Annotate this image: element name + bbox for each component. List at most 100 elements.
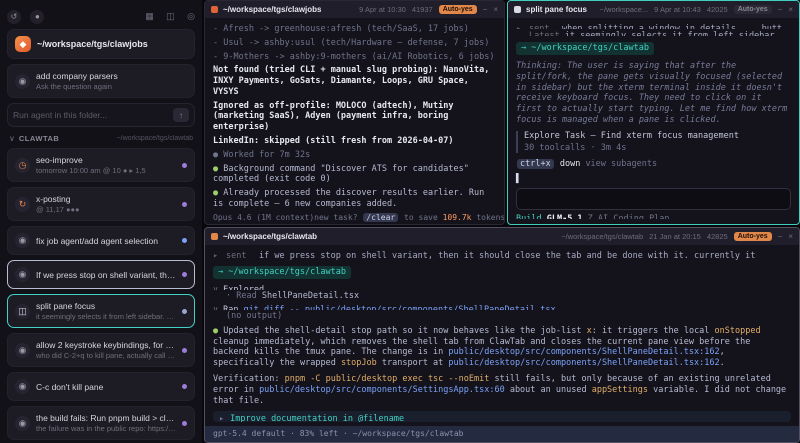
model-status-row: Build GLM-5.1 Z.AI Coding Plan <box>516 214 791 219</box>
text-segment: public/desktop/src/components/SettingsAp… <box>259 384 505 395</box>
chevron-down-icon: ∨ <box>213 305 218 310</box>
section-path: ~/workspace/tgs/clawtab <box>116 135 193 142</box>
sidebar-item-fix-job-agent[interactable]: ◉ fix job agent/add agent selection <box>7 226 195 255</box>
clear-hint[interactable]: new task? /clear to save 109.7k tokens <box>314 212 504 223</box>
task-subtitle: the failure was in the public repo: http… <box>36 424 176 433</box>
ran-output: (no output) <box>226 311 283 322</box>
close-icon[interactable]: × <box>493 5 498 14</box>
status-dot <box>182 162 187 168</box>
text-segment: new task? <box>314 212 363 222</box>
terminal-clawjobs[interactable]: - Afresh -> greenhouse:afresh (tech/SaaS… <box>205 18 504 224</box>
pane-date: 21 Jan at 20:15 <box>649 232 701 241</box>
working-dir-pill[interactable]: → ~/workspace/tgs/clawtab <box>516 42 654 56</box>
task-text: If we press stop on shell variant, then.… <box>36 270 176 280</box>
project-icon: ◆ <box>15 36 31 52</box>
autoyes-toggle[interactable]: Auto-yes <box>733 232 772 241</box>
task-title: If we press stop on shell variant, then.… <box>36 269 176 280</box>
pane-clawtab-statusbar: gpt-5.4 default · 83% left · ~/workspace… <box>205 426 799 442</box>
status-dot <box>182 201 187 207</box>
pane-session-id: 41937 <box>411 5 433 14</box>
pane-split-pane-focus[interactable]: split pane focus ~/workspace... 9 Apr at… <box>507 0 800 225</box>
pane-area: ~/workspace/tgs/clawjobs 9 Apr at 10:30 … <box>202 0 800 443</box>
subagent-task-card[interactable]: Explore Task – Find xterm focus manageme… <box>516 130 791 154</box>
terminal-clawtab[interactable]: ▸ sent if we press stop on shell variant… <box>205 245 799 442</box>
autoyes-toggle[interactable]: Auto-yes <box>733 5 772 14</box>
sidebar-item-seo-improve[interactable]: ◷ seo-improve tomorrow 10:00 am @ 10 ● ▸… <box>7 148 195 182</box>
minimize-icon[interactable]: − <box>483 5 488 14</box>
task-card-title: Explore Task – Find xterm focus manageme… <box>524 130 739 141</box>
terminal-line: - Afresh -> greenhouse:afresh (tech/SaaS… <box>213 24 496 35</box>
question-card[interactable]: ◉ add company parsers Ask the question a… <box>7 64 195 98</box>
pane-title: split pane focus <box>526 5 587 14</box>
terminal-line: ● Worked for 7m 32s <box>213 150 496 161</box>
profile-icon[interactable]: ● <box>30 9 45 24</box>
text-segment: git diff -- public/desktop/src/component… <box>243 305 555 310</box>
terminal-line: ● Background command "Discover ATS for c… <box>213 164 496 186</box>
sent-label: sent <box>226 251 247 261</box>
minimize-icon[interactable]: − <box>778 232 783 241</box>
section-label: CLAWTAB <box>18 134 60 143</box>
prompt-input-box[interactable] <box>516 187 791 210</box>
text-segment: : it triggers the local <box>591 325 715 336</box>
sidebar-item-press-stop-shell[interactable]: ◉ If we press stop on shell variant, the… <box>7 260 195 289</box>
minimize-icon[interactable]: − <box>778 5 783 14</box>
text-segment: Z.AI Coding Plan <box>582 213 670 220</box>
bot-icon: ◉ <box>15 415 30 431</box>
latest-text: it seemingly selects it from left sideba… <box>564 31 791 37</box>
sidebar-item-cc-dont-kill[interactable]: ◉ C-c don't kill pane <box>7 372 195 401</box>
task-title: allow 2 keystroke keybindings, for ex... <box>36 340 176 350</box>
pane-title: ~/workspace/tgs/clawjobs <box>223 5 322 14</box>
pane-status-icon <box>211 233 218 240</box>
send-icon[interactable]: ↑ <box>173 108 189 122</box>
task-subtitle: it seemingly selects it from left sideba… <box>36 312 176 321</box>
terminal-line: Ignored as off-profile: MOLOCO (adtech),… <box>213 101 496 133</box>
text-segment: Ignored as off-profile: MOLOCO (adtech),… <box>213 100 454 133</box>
text-segment: LinkedIn: skipped (still fresh from 2026… <box>213 136 454 147</box>
working-dir-pill[interactable]: → ~/workspace/tgs/clawtab <box>213 266 351 280</box>
text-segment: . <box>719 358 725 369</box>
text-segment: /clear <box>363 212 399 222</box>
pane-clawtab-titlebar: ~/workspace/tgs/clawtab ~/workspace/tgs/… <box>205 228 799 245</box>
grid-icon[interactable]: ▦ <box>145 11 154 21</box>
project-card[interactable]: ◆ ~/workspace/tgs/clawjobs <box>7 29 195 59</box>
chevron-down-icon: ∨ <box>213 285 218 290</box>
sidebar-item-build-fails[interactable]: ◉ the build fails: Run pnpm build > claw… <box>7 406 195 440</box>
panel-icon[interactable]: ◫ <box>166 11 175 21</box>
ran-label: Ran <box>223 305 238 310</box>
terminal-splitpane[interactable]: ▸ sent when splitting a window in detail… <box>508 18 799 224</box>
pane-date: 9 Apr at 10:30 <box>359 5 406 14</box>
clawtab-section-header[interactable]: ∨ CLAWTAB ~/workspace/tgs/clawtab <box>7 132 195 143</box>
pane-clawjobs[interactable]: ~/workspace/tgs/clawjobs 9 Apr at 10:30 … <box>204 0 505 225</box>
explored-group[interactable]: ∨ Explored <box>213 285 791 290</box>
sidebar-item-x-posting[interactable]: ↻ x-posting @ 11,17 ●●● <box>7 187 195 221</box>
notification-icon[interactable]: ◎ <box>187 11 195 21</box>
text-segment: down <box>554 159 586 170</box>
close-icon[interactable]: × <box>788 232 793 241</box>
task-text: the build fails: Run pnpm build > claw..… <box>36 413 176 433</box>
bot-icon: ◉ <box>15 233 30 248</box>
terminal-line: - 9-Mothers -> ashby:9-mothers (ai/AI Ro… <box>213 52 496 63</box>
pane-session-id: 42025 <box>706 5 728 14</box>
pane-splitpane-titlebar: split pane focus ~/workspace... 9 Apr at… <box>508 1 799 18</box>
task-text: split pane focus it seemingly selects it… <box>36 301 176 321</box>
task-title: the build fails: Run pnpm build > claw..… <box>36 413 176 423</box>
topbar-left: ↺ ● <box>7 6 49 24</box>
ran-group[interactable]: ∨ Ran git diff -- public/desktop/src/com… <box>213 305 791 310</box>
history-icon[interactable]: ↺ <box>7 9 21 24</box>
pane-clawtab[interactable]: ~/workspace/tgs/clawtab ~/workspace/tgs/… <box>204 227 800 443</box>
autoyes-toggle[interactable]: Auto-yes <box>438 5 477 14</box>
suggestion-text: Improve documentation in @filename <box>230 414 404 423</box>
sidebar-item-two-keystroke[interactable]: ◉ allow 2 keystroke keybindings, for ex.… <box>7 333 195 367</box>
sent-text: if we press stop on shell variant, then … <box>259 251 756 261</box>
prompt-icon: ▸ <box>213 251 219 261</box>
status-dot <box>182 420 187 426</box>
suggestion-row[interactable]: ▸ Improve documentation in @filename <box>213 411 791 423</box>
task-title: split pane focus <box>36 301 96 311</box>
sidebar-item-split-pane-focus[interactable]: ◫ split pane focus it seemingly selects … <box>7 294 195 328</box>
run-agent-input[interactable] <box>13 110 168 120</box>
text-segment: Improve documentation in <box>230 414 359 423</box>
app-window: ↺ ● ▦ ◫ ◎ ◆ ~/workspace/tgs/clawjobs ◉ a… <box>0 0 800 443</box>
thinking-label: Thinking: <box>516 61 563 72</box>
close-icon[interactable]: × <box>788 5 793 14</box>
working-dir-path: ~/workspace/tgs/clawtab <box>531 43 649 54</box>
